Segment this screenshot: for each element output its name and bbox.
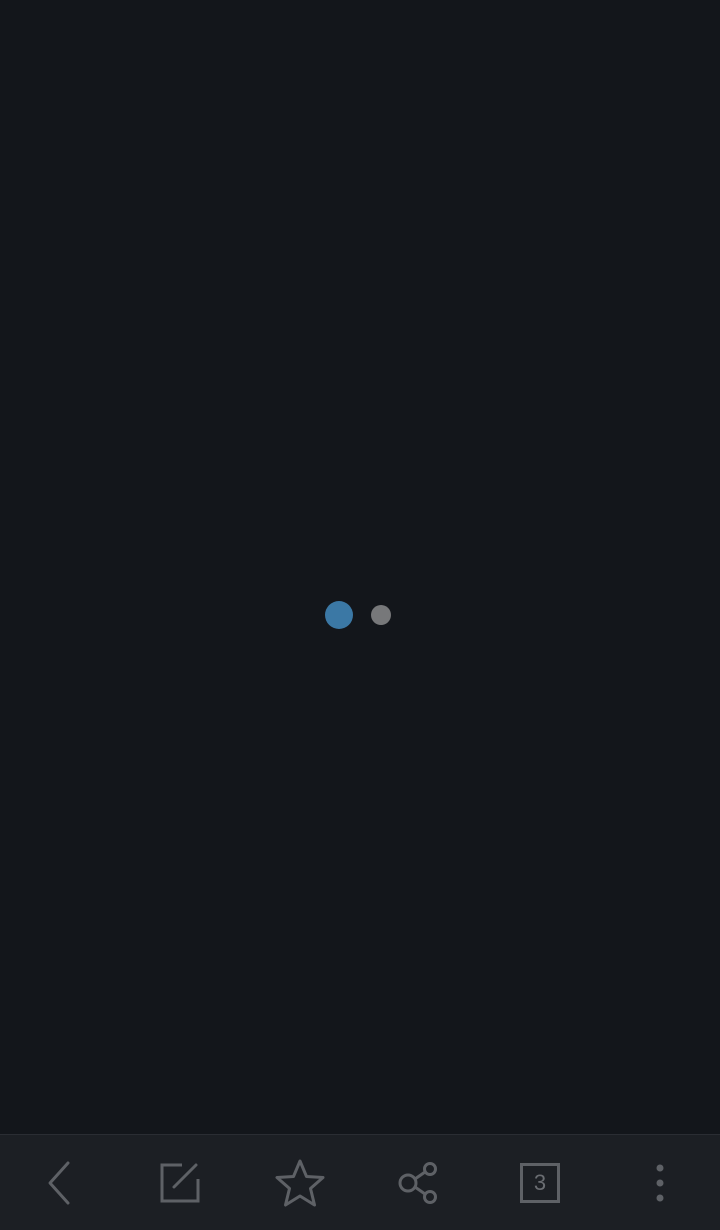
tabs-icon: 3 [520, 1162, 560, 1203]
loading-dot-active [325, 601, 353, 629]
chevron-left-icon [48, 1161, 70, 1204]
bottom-toolbar: 3 [0, 1134, 720, 1230]
star-icon [275, 1159, 325, 1206]
page-content-area [0, 0, 720, 1134]
back-button[interactable] [0, 1135, 120, 1230]
menu-button[interactable] [600, 1135, 720, 1230]
tabs-button[interactable]: 3 [480, 1135, 600, 1230]
tabs-count: 3 [533, 1169, 547, 1195]
share-icon [398, 1161, 437, 1204]
browser-screen: 3 [0, 0, 720, 1230]
share-button[interactable] [360, 1135, 480, 1230]
more-vertical-icon [656, 1164, 664, 1201]
edit-button[interactable] [120, 1135, 240, 1230]
edit-icon [160, 1163, 200, 1202]
loading-indicator [325, 601, 391, 629]
loading-dot-idle [371, 605, 391, 625]
bookmark-button[interactable] [240, 1135, 360, 1230]
